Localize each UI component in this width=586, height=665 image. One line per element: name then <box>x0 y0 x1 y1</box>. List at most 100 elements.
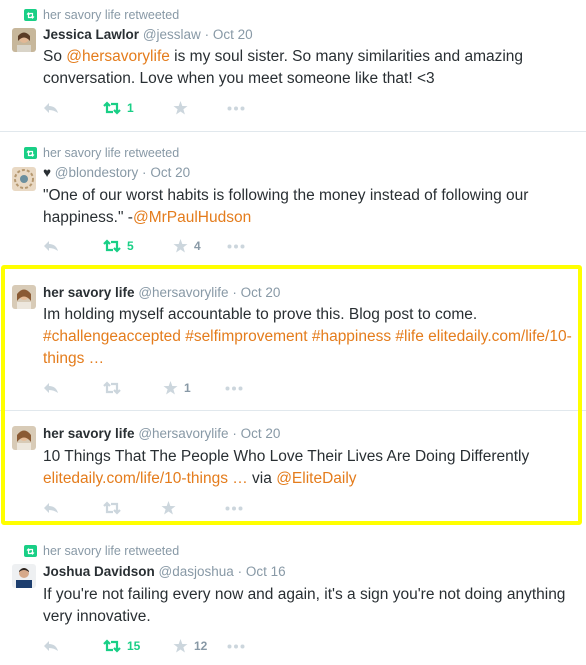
tweet-text: "One of our worst habits is following th… <box>43 187 529 226</box>
avatar[interactable] <box>12 285 36 309</box>
user-handle[interactable]: @jesslaw <box>143 27 201 42</box>
favorite-count: 1 <box>184 381 191 395</box>
user-handle[interactable]: @blondestory <box>55 165 139 180</box>
tweet-text: 10 Things That The People Who Love Their… <box>43 448 530 487</box>
user-handle[interactable]: @hersavorylife <box>138 285 228 300</box>
retweet-context: her savory life retweeted <box>24 543 179 559</box>
retweet-context-text: her savory life retweeted <box>43 8 180 22</box>
tweet-text: Im holding myself accountable to prove t… <box>43 306 572 367</box>
retweet-icon <box>103 639 121 653</box>
more-dots-icon <box>225 506 243 510</box>
more-button[interactable] <box>225 499 243 517</box>
tweet-actions: 1 <box>43 99 303 117</box>
timestamp[interactable]: Oct 16 <box>246 564 286 579</box>
reply-button[interactable] <box>43 499 59 517</box>
reply-icon <box>44 103 58 113</box>
separator: · <box>142 165 147 180</box>
avatar[interactable] <box>12 564 36 588</box>
more-dots-icon <box>227 644 245 648</box>
tweet[interactable]: her savory life retweeted Jessica Lawlor… <box>0 0 586 130</box>
retweet-small-icon <box>24 9 37 21</box>
tweet-header: her savory life @hersavorylife · Oct 20 <box>43 285 280 300</box>
favorite-count: 4 <box>194 239 201 253</box>
user-name[interactable]: her savory life <box>43 426 135 441</box>
favorite-star-icon <box>173 239 188 253</box>
tweet[interactable]: her savory life retweeted ♥ @blondestory… <box>0 131 586 264</box>
retweet-count: 1 <box>127 101 134 115</box>
favorite-button[interactable]: 12 <box>173 637 207 655</box>
reply-button[interactable] <box>43 379 59 397</box>
tweet-actions <box>43 499 303 517</box>
timestamp[interactable]: Oct 20 <box>241 285 281 300</box>
retweet-button[interactable] <box>103 379 127 397</box>
more-button[interactable] <box>227 99 245 117</box>
favorite-button[interactable]: 1 <box>163 379 191 397</box>
avatar[interactable] <box>12 28 36 52</box>
separator: · <box>204 27 210 42</box>
tweet[interactable]: her savory life retweeted Joshua Davidso… <box>0 535 586 665</box>
retweet-button[interactable]: 1 <box>103 99 134 117</box>
tweet-actions: 5 4 <box>43 237 303 255</box>
retweet-icon <box>103 239 121 253</box>
retweet-button[interactable]: 5 <box>103 237 134 255</box>
separator: · <box>232 285 237 300</box>
reply-button[interactable] <box>43 237 59 255</box>
favorite-star-icon <box>163 381 178 395</box>
reply-button[interactable] <box>43 637 59 655</box>
favorite-star-icon <box>173 101 188 115</box>
favorite-star-icon <box>161 501 176 515</box>
mention-link[interactable]: @EliteDaily <box>276 470 356 487</box>
more-dots-icon <box>227 106 245 110</box>
more-button[interactable] <box>225 379 243 397</box>
retweet-context-text: her savory life retweeted <box>43 146 180 160</box>
favorite-button[interactable] <box>173 99 194 117</box>
mention-link[interactable]: @MrPaulHudson <box>133 209 251 226</box>
user-name[interactable]: Joshua Davidson <box>43 564 155 579</box>
more-button[interactable] <box>227 237 245 255</box>
timestamp[interactable]: Oct 20 <box>213 27 253 42</box>
reply-icon <box>44 641 58 651</box>
user-handle[interactable]: @dasjoshua <box>159 564 234 579</box>
separator: · <box>237 564 243 579</box>
user-name[interactable]: her savory life <box>43 285 135 300</box>
reply-icon <box>44 241 58 251</box>
user-name[interactable]: ♥ <box>43 165 51 180</box>
avatar[interactable] <box>12 167 36 191</box>
user-name[interactable]: Jessica Lawlor <box>43 27 139 42</box>
retweet-small-icon <box>24 545 37 557</box>
tweet-header: Jessica Lawlor @jesslaw · Oct 20 <box>43 27 253 42</box>
tweet-text: If you're not failing every now and agai… <box>43 586 566 625</box>
favorite-button[interactable] <box>161 499 176 517</box>
retweet-icon <box>103 101 121 115</box>
avatar[interactable] <box>12 426 36 450</box>
retweet-count: 5 <box>127 239 134 253</box>
favorite-star-icon <box>173 639 188 653</box>
timestamp[interactable]: Oct 20 <box>150 165 190 180</box>
tweet-header: ♥ @blondestory · Oct 20 <box>43 165 190 180</box>
separator: · <box>232 426 237 441</box>
hashtag-links[interactable]: #challengeaccepted #selfimprovement #hap… <box>43 328 424 345</box>
mention-link[interactable]: @hersavorylife <box>66 48 170 65</box>
reply-button[interactable] <box>43 99 59 117</box>
tweet[interactable]: her savory life @hersavorylife · Oct 20 … <box>0 270 586 408</box>
url-link[interactable]: elitedaily.com/life/10-things … <box>43 470 248 487</box>
tweet-header: her savory life @hersavorylife · Oct 20 <box>43 426 280 441</box>
retweet-small-icon <box>24 147 37 159</box>
tweet-text: So @hersavorylife is my soul sister. So … <box>43 48 524 87</box>
more-button[interactable] <box>227 637 245 655</box>
retweet-context-text: her savory life retweeted <box>43 544 180 558</box>
retweet-context: her savory life retweeted <box>24 7 179 23</box>
retweet-context: her savory life retweeted <box>24 145 179 161</box>
timestamp[interactable]: Oct 20 <box>241 426 281 441</box>
tweet[interactable]: her savory life @hersavorylife · Oct 20 … <box>0 411 586 523</box>
favorite-button[interactable]: 4 <box>173 237 201 255</box>
retweet-button[interactable]: 15 <box>103 637 140 655</box>
retweet-button[interactable] <box>103 499 121 517</box>
retweet-count: 15 <box>127 639 141 653</box>
retweet-icon <box>103 381 121 395</box>
tweet-actions: 1 <box>43 379 303 397</box>
more-dots-icon <box>227 244 245 248</box>
user-handle[interactable]: @hersavorylife <box>138 426 228 441</box>
tweet-actions: 15 12 <box>43 637 303 655</box>
retweet-icon <box>103 501 121 515</box>
